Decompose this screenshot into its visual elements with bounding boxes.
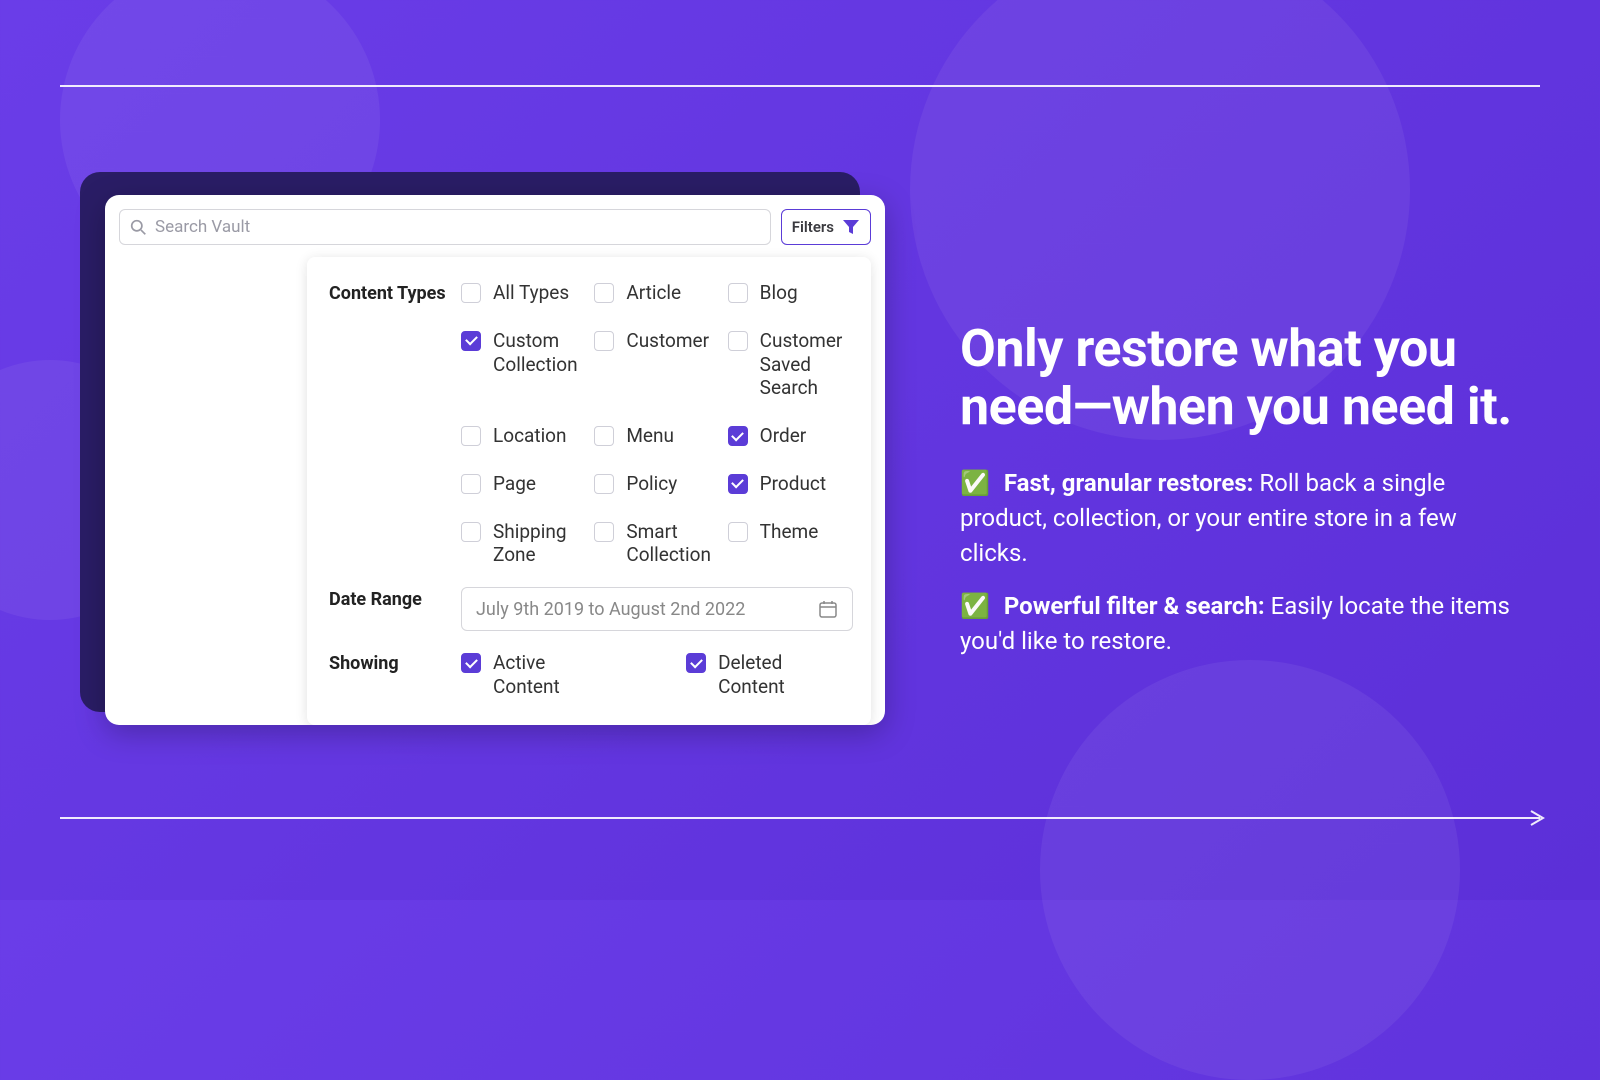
bullet: ✅ Powerful filter & search: Easily locat… xyxy=(960,589,1530,659)
checkbox-box xyxy=(594,426,614,446)
checkbox-label: Custom Collection xyxy=(493,329,586,377)
headline: Only restore what you need—when you need… xyxy=(960,320,1530,436)
divider-top xyxy=(60,85,1540,87)
checkbox-box xyxy=(728,474,748,494)
checkbox-box xyxy=(594,331,614,351)
bullet-strong: Fast, granular restores: xyxy=(1004,469,1254,497)
showing-heading: Showing xyxy=(329,651,461,699)
content-type-checkbox[interactable]: Shipping Zone xyxy=(461,520,586,568)
checkbox-box xyxy=(728,331,748,351)
checkbox-box xyxy=(461,474,481,494)
content-type-checkbox[interactable]: Blog xyxy=(728,281,853,305)
checkbox-box xyxy=(594,522,614,542)
content-type-checkbox[interactable]: Customer Saved Search xyxy=(728,329,853,400)
checkbox-label: Page xyxy=(493,472,536,496)
filters-button[interactable]: Filters xyxy=(781,209,871,245)
checkbox-label: Customer Saved Search xyxy=(760,329,853,400)
checkbox-label: Smart Collection xyxy=(626,520,719,568)
checkbox-box xyxy=(728,283,748,303)
search-icon xyxy=(130,219,147,236)
checkbox-box xyxy=(594,283,614,303)
checkbox-label: Active Content xyxy=(493,651,616,699)
content-type-checkbox[interactable]: Smart Collection xyxy=(594,520,719,568)
content-type-checkbox[interactable]: Product xyxy=(728,472,853,496)
date-range-input[interactable]: July 9th 2019 to August 2nd 2022 xyxy=(461,587,853,631)
checkbox-label: All Types xyxy=(493,281,569,305)
checkbox-label: Theme xyxy=(760,520,819,544)
content-type-checkbox[interactable]: Theme xyxy=(728,520,853,568)
arrow-right-icon xyxy=(1529,809,1547,827)
bullet: ✅ Fast, granular restores: Roll back a s… xyxy=(960,466,1530,570)
filters-label: Filters xyxy=(792,218,834,236)
checkbox-label: Menu xyxy=(626,424,674,448)
checkbox-box xyxy=(461,522,481,542)
checkbox-box xyxy=(686,653,706,673)
content-type-checkbox[interactable]: Page xyxy=(461,472,586,496)
search-input[interactable]: Search Vault xyxy=(119,209,771,245)
check-emoji-icon: ✅ xyxy=(960,469,990,497)
content-type-checkbox[interactable]: Menu xyxy=(594,424,719,448)
content-type-checkbox[interactable]: Article xyxy=(594,281,719,305)
search-placeholder: Search Vault xyxy=(155,217,250,237)
checkbox-box xyxy=(728,522,748,542)
marketing-copy: Only restore what you need—when you need… xyxy=(960,320,1530,676)
content-type-checkbox[interactable]: All Types xyxy=(461,281,586,305)
divider-bottom xyxy=(60,817,1540,819)
checkbox-box xyxy=(594,474,614,494)
checkbox-label: Policy xyxy=(626,472,677,496)
checkbox-label: Location xyxy=(493,424,567,448)
checkbox-box xyxy=(461,653,481,673)
checkbox-box xyxy=(461,283,481,303)
checkbox-label: Shipping Zone xyxy=(493,520,586,568)
date-range-value: July 9th 2019 to August 2nd 2022 xyxy=(476,599,745,620)
filters-panel: Content Types All Types Article Blog Custom… xyxy=(307,257,871,725)
checkbox-box xyxy=(728,426,748,446)
checkbox-box xyxy=(461,331,481,351)
content-type-checkbox[interactable]: Policy xyxy=(594,472,719,496)
bg-circle xyxy=(1040,660,1460,1080)
content-type-checkbox[interactable]: Order xyxy=(728,424,853,448)
date-range-heading: Date Range xyxy=(329,587,461,631)
content-type-checkbox[interactable]: Customer xyxy=(594,329,719,400)
content-type-checkbox[interactable]: Custom Collection xyxy=(461,329,586,400)
filter-icon xyxy=(842,219,860,235)
content-types-heading: Content Types xyxy=(329,281,461,567)
checkbox-label: Product xyxy=(760,472,826,496)
showing-checkbox[interactable]: Active Content xyxy=(461,651,616,699)
checkbox-label: Deleted Content xyxy=(718,651,853,699)
checkbox-label: Customer xyxy=(626,329,709,353)
checkbox-box xyxy=(461,426,481,446)
calendar-icon xyxy=(818,599,838,619)
showing-checkbox[interactable]: Deleted Content xyxy=(686,651,853,699)
check-emoji-icon: ✅ xyxy=(960,592,990,620)
checkbox-label: Order xyxy=(760,424,807,448)
bullet-strong: Powerful filter & search: xyxy=(1004,592,1265,620)
filter-card: Search Vault Filters Content Types All T… xyxy=(105,195,885,725)
content-type-checkbox[interactable]: Location xyxy=(461,424,586,448)
checkbox-label: Blog xyxy=(760,281,798,305)
checkbox-label: Article xyxy=(626,281,681,305)
